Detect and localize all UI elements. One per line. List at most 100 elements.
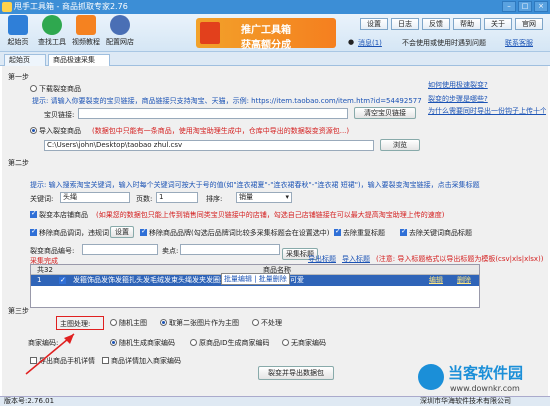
help-link-2[interactable]: 裂变的步骤是哪些? [428,94,488,104]
split-export-button[interactable]: 裂变并导出数据包 [258,366,334,380]
about-button[interactable]: 关于 [484,18,512,30]
remove-kw-option[interactable]: 去除关键词商品标题 [400,227,472,238]
search-icon [42,15,62,35]
website-button[interactable]: 官网 [515,18,543,30]
code-origin-radio[interactable] [190,339,197,346]
toolbar-find-tools-button[interactable]: 查找工具 [36,15,68,47]
url-label: 宝贝链接: [44,111,75,119]
tab-fast-collect[interactable]: 商品极速采集 [48,54,110,66]
step3-title: 第三步 [8,307,29,315]
tab-start-label: 起始页 [9,56,30,64]
remove-kw-checkbox[interactable] [400,227,407,236]
toolbar-shop-label: 配置网店 [106,38,134,46]
toolbar-find-label: 查找工具 [38,38,66,46]
help-button[interactable]: 帮助 [453,18,481,30]
remove-words-checkbox[interactable] [30,227,37,236]
remove-brand-checkbox[interactable] [140,228,147,236]
set-words-button[interactable]: 设置 [110,226,134,238]
messages-link[interactable]: 消息(1) [358,38,382,48]
code-random-radio[interactable] [110,339,117,346]
gift-icon [200,22,220,44]
sort-label: 排序: [206,195,223,203]
settings-button[interactable]: 设置 [360,18,388,30]
row-delete-link[interactable]: 删除 [457,275,471,286]
main-opt-none[interactable]: 不处理 [252,318,282,328]
product-url-input[interactable] [78,108,348,119]
import-note: (注意: 导入标题格式以导出标题为模板(csv|xls|xlsx)) [376,255,544,263]
import-tip: (数据包中只能有一条商品，使用淘宝助理生成中，仓库中导出的数据裂变资源包...) [92,127,350,135]
remove-kw-label: 去除关键词商品标题 [409,229,472,237]
add-code-checkbox[interactable] [102,357,109,364]
main-opt-second[interactable]: 取第二张图片作为主图 [160,318,239,328]
contact-support-link[interactable]: 联系客服 [505,38,533,48]
version-label: 版本号:2.76.01 [4,397,55,405]
annotation-arrow-icon [25,333,75,375]
code-opt-origin[interactable]: 原商品ID生成商家编码 [190,338,269,348]
download-label: 下载裂变商品 [39,85,81,93]
remove-dup-option[interactable]: 去除重复标题 [334,227,385,238]
row-checkbox[interactable] [59,275,66,286]
browse-button[interactable]: 浏览 [380,139,420,151]
col-count: 共32 [37,266,53,274]
main-random-radio[interactable] [110,319,117,326]
main-second-radio[interactable] [160,319,167,326]
tab-bar: 起始页 商品极速采集 [0,52,550,66]
batch-popup[interactable]: 批量编辑 | 批量删除 [221,273,290,285]
main-random-label: 随机主图 [119,319,147,327]
sort-select[interactable]: 销量 ▾ [236,192,292,203]
remove-dup-label: 去除重复标题 [343,229,385,237]
fix-title-option[interactable]: 裂变本店铺商品 [30,209,88,220]
toolbar-video-button[interactable]: 视频教程 [70,15,102,47]
import-titles-link[interactable]: 导入标题 [342,254,370,264]
feedback-button[interactable]: 反馈 [422,18,450,30]
remove-words-label: 移除商品调词，违规词 [39,229,109,237]
code-opt-none[interactable]: 无商家编码 [282,338,326,348]
selling-point-input[interactable] [180,244,280,255]
remove-brand-option[interactable]: 移除商品品牌(勾选后品牌词比较多采集标题会在设置选中) [140,228,330,238]
main-opt-random[interactable]: 随机主图 [110,318,147,328]
close-button[interactable]: × [534,1,548,12]
export-titles-link[interactable]: 导出标题 [308,254,336,264]
status-bar: 版本号:2.76.01 深圳市华海软件技术有限公司 [0,396,550,406]
promo-banner[interactable]: 推广工具箱 获高额分成 [196,18,336,51]
code-none-radio[interactable] [282,339,289,346]
play-icon [76,15,96,35]
download-radio[interactable] [30,85,37,92]
selling-point-label: 卖点: [162,247,179,255]
csv-path-input[interactable]: C:\Users\john\Desktop\taobao zhul.csv [44,140,374,151]
split-number-label: 裂变商品编号: [30,247,75,255]
toolbar-shop-config-button[interactable]: 配置网店 [104,15,136,47]
import-option[interactable]: 导入裂变商品 [30,126,81,136]
remove-dup-checkbox[interactable] [334,227,341,236]
remove-words-option[interactable]: 移除商品调词，违规词 [30,227,109,238]
toolbar-home-label: 起始页 [7,38,29,46]
help-link-1[interactable]: 如何使用极速裂变? [428,80,488,90]
main-none-radio[interactable] [252,319,259,326]
add-code-option[interactable]: 商品详情加入商家编码 [102,356,181,366]
code-opt-random[interactable]: 随机生成商家编码 [110,338,175,348]
fix-title-checkbox[interactable] [30,209,37,218]
clear-url-button[interactable]: 清空宝贝链接 [354,107,416,119]
tab-start[interactable]: 起始页 [4,54,46,66]
log-button[interactable]: 日志 [391,18,419,30]
code-random-label: 随机生成商家编码 [119,339,175,347]
pages-input[interactable]: 1 [156,192,198,203]
import-radio[interactable] [30,127,37,134]
row-edit-link[interactable]: 编辑 [429,275,443,286]
help-link-3[interactable]: 为什么需要同时导出一份钩子上传十个商品? [428,106,546,116]
tip-text: 请输入你要裂变的宝贝链接，商品链接只支持淘宝、天猫，示例: https://it… [50,97,422,105]
split-number-input[interactable] [82,244,158,255]
step2-tip: 提示: 输入搜索淘宝关键词，输入时每个关键词可按大于号的值(如"连衣裙夏"-"连… [30,181,480,189]
company-label: 深圳市华海软件技术有限公司 [420,397,511,405]
watermark-text: 当客软件园 [448,364,524,382]
chevron-down-icon: ▾ [285,193,289,201]
code-none-label: 无商家编码 [291,339,326,347]
minimize-button[interactable]: – [502,1,516,12]
keyword-input[interactable]: 头绳 [60,192,130,203]
watermark-url: www.downkr.com [450,384,520,393]
watermark-icon [418,364,444,390]
download-option[interactable]: 下载裂变商品 [30,84,81,94]
toolbar-home-button[interactable]: 起始页 [2,15,34,47]
title-bar: 甩手工具箱 - 商品抓取专家2.76 – □ × [0,0,550,14]
maximize-button[interactable]: □ [518,1,532,12]
